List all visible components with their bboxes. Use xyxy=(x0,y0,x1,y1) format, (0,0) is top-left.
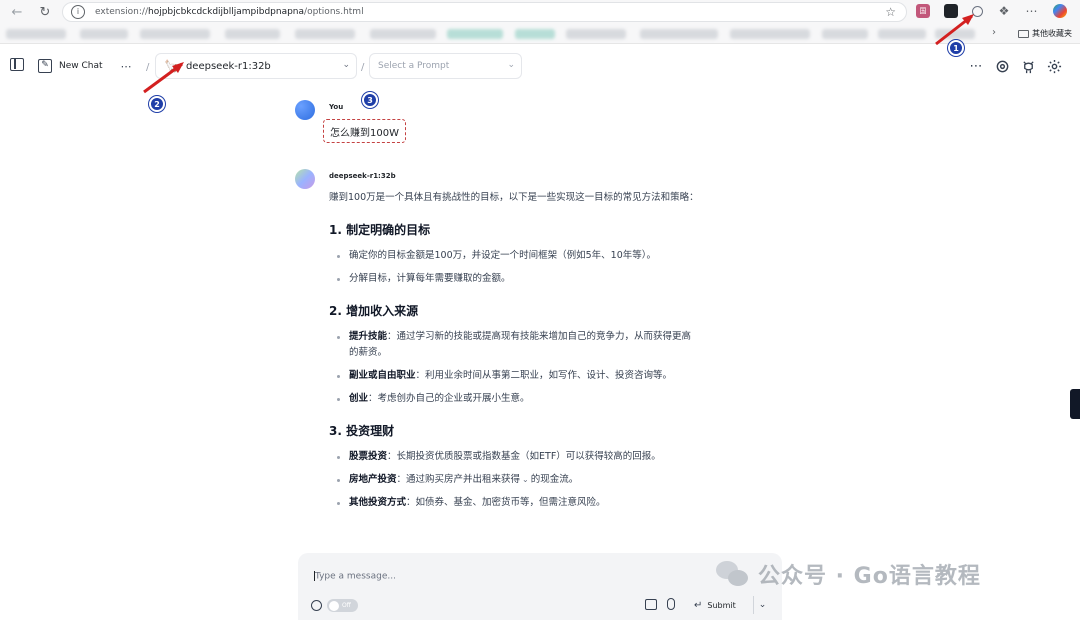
info-icon[interactable]: i xyxy=(71,5,85,19)
more-options-icon[interactable]: ⋯ xyxy=(121,60,133,73)
bookmark-item[interactable] xyxy=(640,29,718,39)
section-list: 确定你的目标金额是100万，并设定一个时间框架（例如5年、10年等）。 分解目标… xyxy=(337,248,699,287)
list-item: 分解目标，计算每年需要赚取的金额。 xyxy=(337,271,699,287)
watermark: 公众号 · Go语言教程 xyxy=(716,558,981,590)
list-item: 提升技能：通过学习新的技能或提高现有技能来增加自己的竞争力，从而获得更高的薪资。 xyxy=(337,329,699,361)
model-name: deepseek-r1:32b xyxy=(185,60,271,72)
bot-reply: 赚到100万是一个具体且有挑战性的目标，以下是一些实现这一目标的常见方法和策略：… xyxy=(329,190,699,518)
wechat-logo-icon xyxy=(716,559,750,589)
url-text: extension://hojpbjcbkcdckdijblljampibdpn… xyxy=(95,7,364,17)
list-item: 其他投资方式：如债券、基金、加密货币等，但需注意风险。 xyxy=(337,495,699,511)
list-item: 创业：考虑创办自己的企业或开展小生意。 xyxy=(337,391,699,407)
more-icon[interactable]: ⋯ xyxy=(1025,4,1039,18)
side-panel-handle[interactable] xyxy=(1070,389,1080,419)
web-search-toggle[interactable]: Off xyxy=(327,599,358,612)
chevron-right-icon[interactable]: › xyxy=(992,27,996,38)
section-heading: 2. 增加收入来源 xyxy=(329,304,419,318)
toggle-label: Off xyxy=(342,602,351,609)
globe-icon[interactable] xyxy=(311,600,322,611)
annotation-badge-1: 1 xyxy=(948,40,964,56)
browser-toolbar: ← ↻ i extension://hojpbjcbkcdckdijblljam… xyxy=(0,0,1080,24)
folder-icon xyxy=(1018,29,1029,38)
chevron-down-icon[interactable]: ⌄ xyxy=(753,596,771,614)
return-icon: ↵ xyxy=(694,599,703,611)
bookmark-item[interactable] xyxy=(566,29,626,39)
submit-label: Submit xyxy=(707,600,736,610)
github-icon[interactable] xyxy=(1020,58,1036,74)
mic-icon[interactable] xyxy=(667,598,675,610)
sidebar-toggle-icon[interactable] xyxy=(10,58,24,71)
bookmark-item[interactable] xyxy=(878,29,926,39)
bookmark-item[interactable] xyxy=(295,29,355,39)
toggle-knob xyxy=(329,600,339,611)
chevron-down-icon: ⌄ xyxy=(342,60,350,70)
address-bar[interactable]: i extension://hojpbjcbkcdckdijblljampibd… xyxy=(62,2,907,22)
bookmark-item[interactable] xyxy=(80,29,128,39)
list-item: 房地产投资：通过购买房产并出租来获得 ⌄ 的现金流。 xyxy=(337,472,699,488)
new-chat-button[interactable]: ✎ New Chat ⋯ xyxy=(32,53,140,79)
prompt-select[interactable]: Select a Prompt ⌄ xyxy=(369,53,522,79)
message-composer: Type a message... Off ↵ Submit ⌄ xyxy=(298,553,782,620)
extension-icon[interactable]: 国 xyxy=(916,4,930,18)
other-bookmarks[interactable]: 其他收藏夹 xyxy=(1018,28,1072,39)
section-heading: 1. 制定明确的目标 xyxy=(329,223,431,237)
bookmark-item[interactable] xyxy=(515,29,555,39)
new-chat-label: New Chat xyxy=(59,61,103,71)
edit-icon: ✎ xyxy=(38,59,52,73)
bot-sender: deepseek-r1:32b xyxy=(329,172,396,180)
puzzle-icon[interactable]: ❖ xyxy=(997,4,1011,18)
list-item: 股票投资：长期投资优质股票或指数基金（如ETF）可以获得较高的回报。 xyxy=(337,449,699,465)
section-heading: 3. 投资理财 xyxy=(329,424,395,438)
submit-button[interactable]: ↵ Submit xyxy=(688,596,750,614)
more-icon[interactable]: ⋯ xyxy=(968,58,984,74)
bookmark-item[interactable] xyxy=(6,29,66,39)
bookmarks-bar: › 其他收藏夹 xyxy=(0,24,1080,44)
section-list: 股票投资：长期投资优质股票或指数基金（如ETF）可以获得较高的回报。 房地产投资… xyxy=(337,449,699,511)
chevron-down-icon[interactable]: ⌄ xyxy=(522,475,529,484)
list-item: 确定你的目标金额是100万，并设定一个时间框架（例如5年、10年等）。 xyxy=(337,248,699,264)
user-sender: You xyxy=(329,103,344,111)
image-icon[interactable] xyxy=(645,599,657,610)
bookmark-item[interactable] xyxy=(370,29,436,39)
bookmark-item[interactable] xyxy=(730,29,810,39)
chat-area: You 怎么赚到100W deepseek-r1:32b 赚到100万是一个具体… xyxy=(0,86,1080,620)
reload-icon[interactable]: ↻ xyxy=(34,1,56,23)
right-toolbar: ⋯ xyxy=(968,58,1062,74)
star-icon[interactable]: ☆ xyxy=(885,5,896,19)
message-input[interactable]: Type a message... xyxy=(314,571,396,582)
bookmark-item[interactable] xyxy=(822,29,868,39)
chevron-down-icon: ⌄ xyxy=(507,60,515,70)
list-item: 副业或自由职业：利用业余时间从事第二职业，如写作、设计、投资咨询等。 xyxy=(337,368,699,384)
user-avatar xyxy=(295,100,315,120)
bot-avatar xyxy=(295,169,315,189)
copilot-icon[interactable] xyxy=(1053,4,1067,18)
settings-icon[interactable] xyxy=(994,58,1010,74)
back-arrow-icon[interactable]: ← xyxy=(6,1,28,23)
watermark-text: 公众号 · Go语言教程 xyxy=(758,564,981,589)
bookmark-item[interactable] xyxy=(225,29,280,39)
prompt-placeholder: Select a Prompt xyxy=(378,61,450,71)
separator: / xyxy=(361,62,365,73)
reply-intro: 赚到100万是一个具体且有挑战性的目标，以下是一些实现这一目标的常见方法和策略： xyxy=(329,192,699,203)
bookmark-item[interactable] xyxy=(447,29,503,39)
user-message: 怎么赚到100W xyxy=(323,119,406,143)
gear-icon[interactable] xyxy=(1046,58,1062,74)
section-list: 提升技能：通过学习新的技能或提高现有技能来增加自己的竞争力，从而获得更高的薪资。… xyxy=(337,329,699,407)
bookmark-item[interactable] xyxy=(140,29,210,39)
